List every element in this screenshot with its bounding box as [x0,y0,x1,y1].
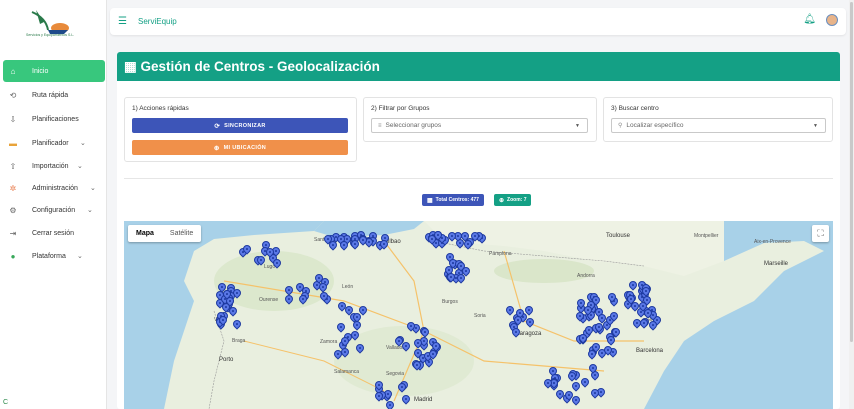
filter-icon: ≡ [378,122,382,129]
bell-icon[interactable]: 🔔︎ [803,14,816,25]
city-label: Barcelona [636,348,664,354]
tab-mapa[interactable]: Mapa [128,225,162,242]
search-card: 3) Buscar centro ⚲ Localizar específico … [603,97,833,142]
map-type-tabs: Mapa Satélite [128,225,202,242]
sidebar-item-importacion[interactable]: ⇧ Importación ⌄ [0,155,107,177]
city-label: Toulouse [606,233,631,239]
city-label: Pamplona [489,251,512,257]
app-title: ServiEquip [138,17,177,26]
sidebar-item-label: Cerrar sesión [32,229,75,237]
chevron-down-icon: ⌄ [80,140,86,147]
chevron-down-icon: ⌄ [87,207,93,214]
caret-down-icon: ▼ [813,123,818,129]
city-label: Zamora [320,339,338,345]
sidebar: Servicios y Equipamientos S.L. ⌂ Inicio … [0,0,107,409]
crosshair-icon: ⊕ [213,144,220,152]
sidebar-item-label: Inicio [32,67,49,75]
logout-icon: ⇥ [9,228,17,238]
city-label: Burgos [442,299,458,305]
total-centros-label: Total Centros: 477 [435,197,479,203]
city-label: Ourense [259,297,279,303]
sidebar-item-label: Configuración [32,206,76,214]
sidebar-item-cerrar-sesion[interactable]: ⇥ Cerrar sesión [0,222,107,244]
page-scrollbar[interactable] [849,0,854,409]
search-input[interactable]: ⚲ Localizar específico ▼ [611,118,826,133]
city-label: Madrid [414,397,433,403]
gear-icon: ⚙ [9,205,17,215]
building-icon: ▦ [124,59,137,74]
folder-icon: ▬ [9,138,17,148]
divider [124,178,833,179]
filter-card: 2) Filtrar por Grupos ≡ Seleccionar grup… [363,97,597,142]
city-label: Salamanca [334,369,360,375]
chevron-down-icon: ⌄ [90,185,96,192]
city-label: Segovia [386,371,405,377]
fullscreen-icon[interactable]: ⛶ [812,225,829,242]
main-panel: ▦ Gestión de Centros - Geolocalización 1… [117,52,840,409]
sidebar-item-configuracion[interactable]: ⚙ Configuración ⌄ [0,199,107,221]
sidebar-item-label: Administración [32,184,78,192]
sidebar-item-label: Importación [32,162,69,170]
sidebar-item-label: Ruta rápida [32,91,69,99]
avatar[interactable] [826,14,838,26]
page-title: Gestión de Centros - Geolocalización [140,59,380,74]
sidebar-item-planificaciones[interactable]: ⇩ Planificaciones [0,108,107,130]
sidebar-item-label: Plataforma [32,252,66,260]
total-centros-badge: ▦ Total Centros: 477 [422,194,484,206]
city-label: Braga [232,338,246,344]
city-label: Soria [474,313,486,319]
zoom-icon: ⊕ [499,197,505,204]
sidebar-item-administracion[interactable]: ✲ Administración ⌄ [0,177,107,199]
sync-icon: ⟳ [214,122,221,130]
search-placeholder: Localizar específico [626,122,684,129]
page-header: ▦ Gestión de Centros - Geolocalización [117,52,840,81]
quick-actions-title: 1) Acciones rápidas [132,105,189,112]
quick-actions-card: 1) Acciones rápidas ⟳ SINCRONIZAR ⊕ MI U… [124,97,357,162]
sync-label: SINCRONIZAR [224,122,266,129]
sidebar-item-label: Planificaciones [32,115,79,123]
building-icon: ▦ [427,197,433,204]
zoom-label: Zoom: 7 [507,197,527,203]
chevron-down-icon: ⌄ [77,163,83,170]
city-label: Andorra [577,273,595,279]
route-icon: ⟲ [9,90,17,100]
tab-satelite[interactable]: Satélite [162,225,201,242]
search-icon: ⚲ [618,123,623,129]
group-select-placeholder: Seleccionar grupos [385,122,442,129]
menu-icon[interactable]: ☰ [118,16,127,27]
sync-button[interactable]: ⟳ SINCRONIZAR [132,118,348,133]
city-label: Porto [219,357,234,363]
city-label: León [342,284,354,290]
my-location-button[interactable]: ⊕ MI UBICACIÓN [132,140,348,155]
search-title: 3) Buscar centro [611,105,659,112]
group-select[interactable]: ≡ Seleccionar grupos ▼ [371,118,588,133]
sidebar-footer: C [3,399,9,406]
sidebar-item-plataforma[interactable]: ● Plataforma ⌄ [0,245,107,267]
home-icon: ⌂ [10,66,16,76]
filter-title: 2) Filtrar por Grupos [371,105,430,112]
topbar: ☰ ServiEquip 🔔︎ [110,8,846,35]
chevron-down-icon: ⌄ [77,253,83,260]
city-label: Marseille [764,261,789,267]
sidebar-item-planificador[interactable]: ▬ Planificador ⌄ [0,132,107,154]
map-view[interactable]: Mapa Satélite ⛶ SantanderBilbaoPamplonaT… [124,221,833,409]
sidebar-item-inicio[interactable]: ⌂ Inicio [3,60,105,82]
sidebar-item-label: Planificador [32,139,69,147]
admin-icon: ✲ [9,183,17,193]
zoom-badge: ⊕ Zoom: 7 [494,194,532,206]
upload-icon: ⇧ [9,161,17,171]
download-icon: ⇩ [9,114,17,124]
sidebar-item-ruta-rapida[interactable]: ⟲ Ruta rápida [0,84,107,106]
city-label: Aix-en-Provence [754,239,791,245]
caret-down-icon: ▼ [575,123,580,129]
city-label: Montpellier [694,233,719,239]
platform-icon: ● [10,251,16,261]
logo-text: Servicios y Equipamientos S.L. [26,33,75,37]
my-location-label: MI UBICACIÓN [223,144,267,151]
